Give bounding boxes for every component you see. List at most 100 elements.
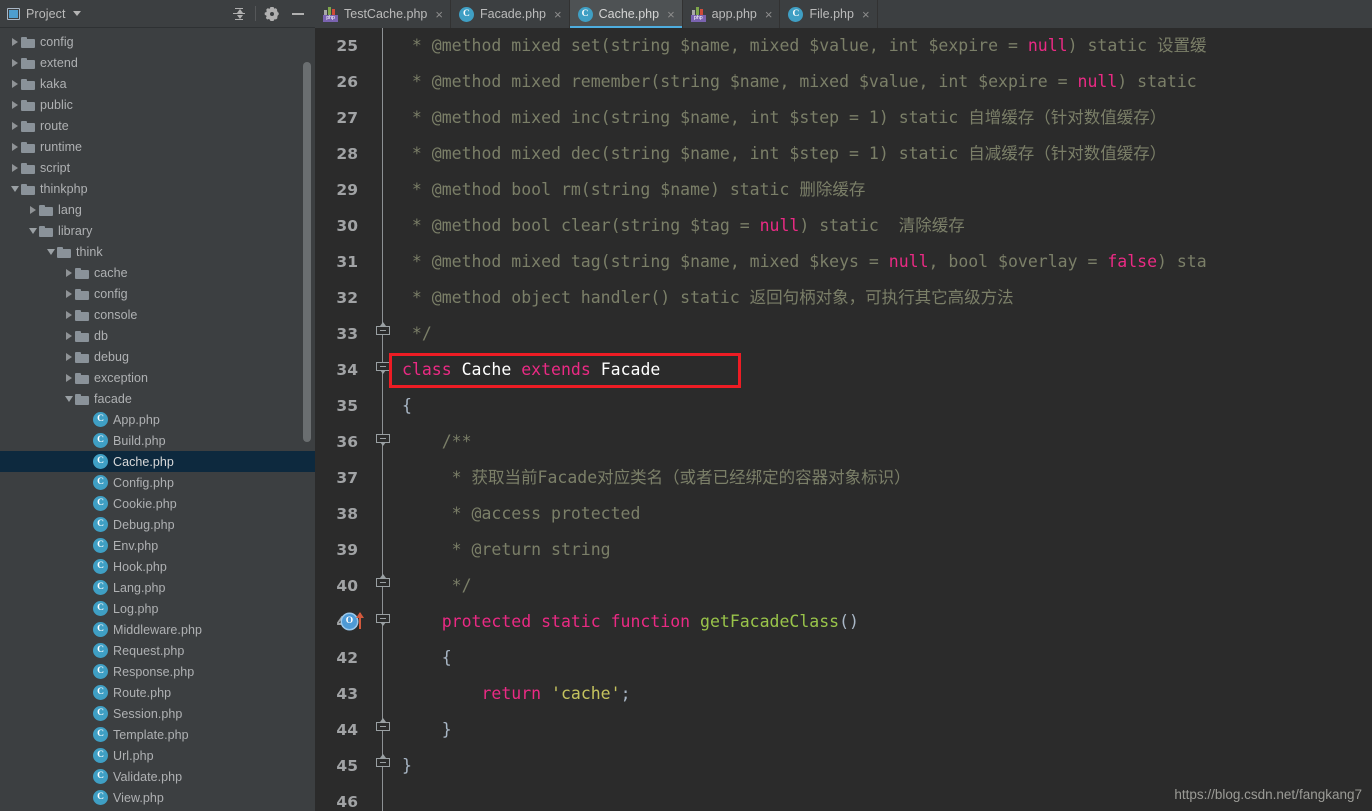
tree-item[interactable]: CConfig.php (0, 472, 315, 493)
close-icon[interactable]: × (554, 8, 562, 21)
tree-item[interactable]: CLang.php (0, 577, 315, 598)
tree-item[interactable]: CSession.php (0, 703, 315, 724)
tree-toggle[interactable] (62, 396, 75, 402)
tree-item[interactable]: config (0, 31, 315, 52)
gutter[interactable] (364, 748, 402, 784)
tree-item[interactable]: CView.php (0, 787, 315, 808)
tree-toggle[interactable] (62, 353, 75, 361)
tree-item[interactable]: kaka (0, 73, 315, 94)
gutter[interactable] (364, 244, 402, 280)
code-line[interactable]: 27 * @method mixed inc(string $name, int… (316, 100, 1372, 136)
gutter[interactable] (364, 280, 402, 316)
tree-item[interactable]: console (0, 304, 315, 325)
tree-item[interactable]: CApp.php (0, 409, 315, 430)
hide-panel-button[interactable] (285, 2, 311, 26)
tree-item[interactable]: lang (0, 199, 315, 220)
tree-item[interactable]: think (0, 241, 315, 262)
code-line[interactable]: 38 * @access protected (316, 496, 1372, 532)
gutter[interactable] (364, 568, 402, 604)
tree-toggle[interactable] (26, 206, 39, 214)
close-icon[interactable]: × (862, 8, 870, 21)
code-line[interactable]: 42 { (316, 640, 1372, 676)
tree-item[interactable]: cache (0, 262, 315, 283)
code-line[interactable]: 33 */ (316, 316, 1372, 352)
tree-item[interactable]: CDebug.php (0, 514, 315, 535)
tree-item[interactable]: CValidate.php (0, 766, 315, 787)
tree-toggle[interactable] (62, 269, 75, 277)
code-line[interactable]: 32 * @method object handler() static 返回句… (316, 280, 1372, 316)
tree-toggle[interactable] (8, 101, 21, 109)
code-line[interactable]: 26 * @method mixed remember(string $name… (316, 64, 1372, 100)
tree-item[interactable]: CRequest.php (0, 640, 315, 661)
tree-item[interactable]: CResponse.php (0, 661, 315, 682)
tree-item[interactable]: CRoute.php (0, 682, 315, 703)
code-line[interactable]: 28 * @method mixed dec(string $name, int… (316, 136, 1372, 172)
tree-item[interactable]: CBuild.php (0, 430, 315, 451)
code-line[interactable]: 36 /** (316, 424, 1372, 460)
fold-toggle-icon[interactable] (376, 434, 390, 446)
tree-toggle[interactable] (62, 374, 75, 382)
tree-item-selected[interactable]: CCache.php (0, 451, 315, 472)
code-line[interactable]: 25 * @method mixed set(string $name, mix… (316, 28, 1372, 64)
gutter[interactable] (364, 676, 402, 712)
gutter[interactable] (364, 424, 402, 460)
gutter[interactable] (364, 316, 402, 352)
code-line[interactable]: 41O protected static function getFacadeC… (316, 604, 1372, 640)
tree-item[interactable]: public (0, 94, 315, 115)
gutter[interactable] (364, 496, 402, 532)
tree-item[interactable]: CEnv.php (0, 535, 315, 556)
tree-toggle[interactable] (8, 186, 21, 192)
tree-item[interactable]: CCookie.php (0, 493, 315, 514)
settings-button[interactable] (259, 2, 285, 26)
tree-toggle[interactable] (8, 143, 21, 151)
override-method-icon[interactable]: O (342, 613, 368, 630)
collapse-all-button[interactable] (226, 2, 252, 26)
code-line[interactable]: 34class Cache extends Facade (316, 352, 1372, 388)
tree-item[interactable]: CLog.php (0, 598, 315, 619)
gutter[interactable] (364, 64, 402, 100)
project-panel-scrollbar[interactable] (303, 62, 311, 442)
code-line[interactable]: 31 * @method mixed tag(string $name, mix… (316, 244, 1372, 280)
tree-item[interactable]: debug (0, 346, 315, 367)
gutter[interactable] (364, 352, 402, 388)
gutter[interactable] (364, 100, 402, 136)
code-line[interactable]: 29 * @method bool rm(string $name) stati… (316, 172, 1372, 208)
tree-toggle[interactable] (62, 290, 75, 298)
tree-toggle[interactable] (8, 80, 21, 88)
tree-item[interactable]: facade (0, 388, 315, 409)
fold-toggle-icon[interactable] (376, 722, 390, 734)
tree-item[interactable]: thinkphp (0, 178, 315, 199)
tree-item[interactable]: script (0, 157, 315, 178)
code-editor[interactable]: 25 * @method mixed set(string $name, mix… (316, 28, 1372, 811)
gutter[interactable] (364, 640, 402, 676)
fold-toggle-icon[interactable] (376, 362, 390, 374)
tree-toggle[interactable] (8, 59, 21, 67)
tree-toggle[interactable] (62, 311, 75, 319)
gutter[interactable]: O (364, 604, 402, 640)
editor-tab-app-php[interactable]: phpapp.php× (683, 0, 781, 28)
tree-item[interactable]: CTemplate.php (0, 724, 315, 745)
editor-tab-testcache-php[interactable]: phpTestCache.php× (315, 0, 451, 28)
tree-toggle[interactable] (8, 38, 21, 46)
fold-toggle-icon[interactable] (376, 614, 390, 626)
close-icon[interactable]: × (765, 8, 773, 21)
code-line[interactable]: 39 * @return string (316, 532, 1372, 568)
tree-toggle[interactable] (62, 332, 75, 340)
tree-item[interactable]: extend (0, 52, 315, 73)
tree-item[interactable]: runtime (0, 136, 315, 157)
code-line[interactable]: 35{ (316, 388, 1372, 424)
fold-toggle-icon[interactable] (376, 758, 390, 770)
editor-tab-cache-php[interactable]: CCache.php× (570, 0, 683, 28)
gutter[interactable] (364, 460, 402, 496)
tree-item[interactable]: library (0, 220, 315, 241)
code-line[interactable]: 30 * @method bool clear(string $tag = nu… (316, 208, 1372, 244)
chevron-down-icon[interactable] (73, 11, 81, 16)
gutter[interactable] (364, 172, 402, 208)
project-title-group[interactable]: Project (7, 7, 81, 21)
close-icon[interactable]: × (435, 8, 443, 21)
tree-item[interactable]: CUrl.php (0, 745, 315, 766)
close-icon[interactable]: × (667, 8, 675, 21)
code-line[interactable]: 43 return 'cache'; (316, 676, 1372, 712)
tree-item[interactable]: route (0, 115, 315, 136)
code-line[interactable]: 45} (316, 748, 1372, 784)
